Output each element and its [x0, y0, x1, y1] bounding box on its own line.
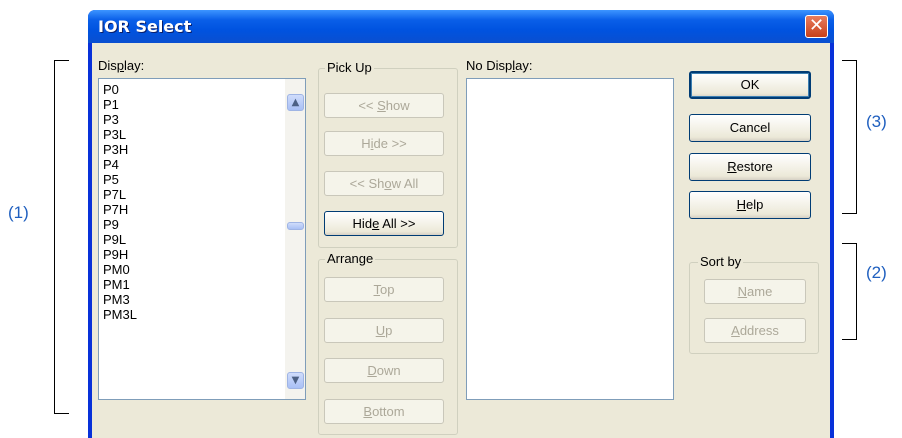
- show-all-button[interactable]: << Show All: [324, 171, 444, 196]
- display-list-item[interactable]: PM0: [103, 262, 137, 277]
- scroll-up-button[interactable]: ▲: [287, 94, 304, 111]
- ior-select-dialog: IOR Select ✕ Display: P0 P1 P3 P3L P3H P4 P5 P7…: [88, 10, 834, 438]
- hide-button[interactable]: Hide >>: [324, 131, 444, 156]
- restore-button[interactable]: Restore: [689, 153, 811, 181]
- display-list-item[interactable]: P1: [103, 97, 137, 112]
- callout-2: (2): [866, 263, 887, 282]
- close-button[interactable]: ✕: [805, 15, 828, 38]
- cancel-button[interactable]: Cancel: [689, 114, 811, 142]
- callout-3: (3): [866, 112, 887, 131]
- scroll-thumb[interactable]: [287, 222, 304, 230]
- display-list-items: P0 P1 P3 P3L P3H P4 P5 P7L P7H P9 P9L P9H PM0 PM1 PM3 P…: [103, 82, 137, 322]
- bracket-1: [54, 60, 69, 414]
- display-list-item[interactable]: PM1: [103, 277, 137, 292]
- display-list-item[interactable]: P9: [103, 217, 137, 232]
- scroll-down-button[interactable]: ▼: [287, 372, 304, 389]
- top-button[interactable]: Top: [324, 277, 444, 302]
- scroll-down-icon: ▼: [291, 375, 300, 386]
- no-display-listbox[interactable]: [466, 78, 674, 400]
- dialog-client-area: Display: P0 P1 P3 P3L P3H P4 P5 P7L P7H P9 P9L P9H P…: [92, 43, 830, 438]
- display-list-item[interactable]: P9L: [103, 232, 137, 247]
- ok-button[interactable]: OK: [689, 71, 811, 99]
- bracket-2: [842, 243, 857, 340]
- display-list-item[interactable]: P7L: [103, 187, 137, 202]
- close-icon: ✕: [808, 15, 825, 36]
- bottom-button[interactable]: Bottom: [324, 399, 444, 424]
- hide-all-button[interactable]: Hide All >>: [324, 211, 444, 236]
- scroll-up-icon: ▲: [291, 97, 300, 108]
- no-display-label: No Display:: [466, 58, 533, 73]
- bracket-3: [842, 60, 857, 214]
- sortby-group-title: Sort by: [698, 254, 744, 269]
- display-list-item[interactable]: PM3L: [103, 307, 137, 322]
- dialog-title: IOR Select: [98, 17, 192, 36]
- display-label: Display:: [98, 58, 145, 73]
- pickup-group-title: Pick Up: [325, 60, 374, 75]
- display-list-item[interactable]: P3: [103, 112, 137, 127]
- help-button[interactable]: Help: [689, 191, 811, 219]
- display-list-item[interactable]: P7H: [103, 202, 137, 217]
- display-scrollbar[interactable]: ▲ ▼: [285, 79, 305, 399]
- display-list-item[interactable]: P3L: [103, 127, 137, 142]
- display-listbox[interactable]: P0 P1 P3 P3L P3H P4 P5 P7L P7H P9 P9L P9H PM0 PM1 PM3 P…: [98, 78, 306, 400]
- sort-address-button[interactable]: Address: [704, 318, 806, 343]
- display-list-item[interactable]: P4: [103, 157, 137, 172]
- sort-name-button[interactable]: Name: [704, 279, 806, 304]
- callout-1: (1): [8, 203, 29, 222]
- display-list-item[interactable]: P9H: [103, 247, 137, 262]
- display-list-item[interactable]: P3H: [103, 142, 137, 157]
- arrange-group-title: Arrange: [325, 251, 376, 266]
- show-button[interactable]: << Show: [324, 93, 444, 118]
- display-list-item[interactable]: PM3: [103, 292, 137, 307]
- display-list-item[interactable]: P5: [103, 172, 137, 187]
- up-button[interactable]: Up: [324, 318, 444, 343]
- down-button[interactable]: Down: [324, 358, 444, 383]
- display-list-item[interactable]: P0: [103, 82, 137, 97]
- title-bar[interactable]: IOR Select ✕: [88, 10, 834, 43]
